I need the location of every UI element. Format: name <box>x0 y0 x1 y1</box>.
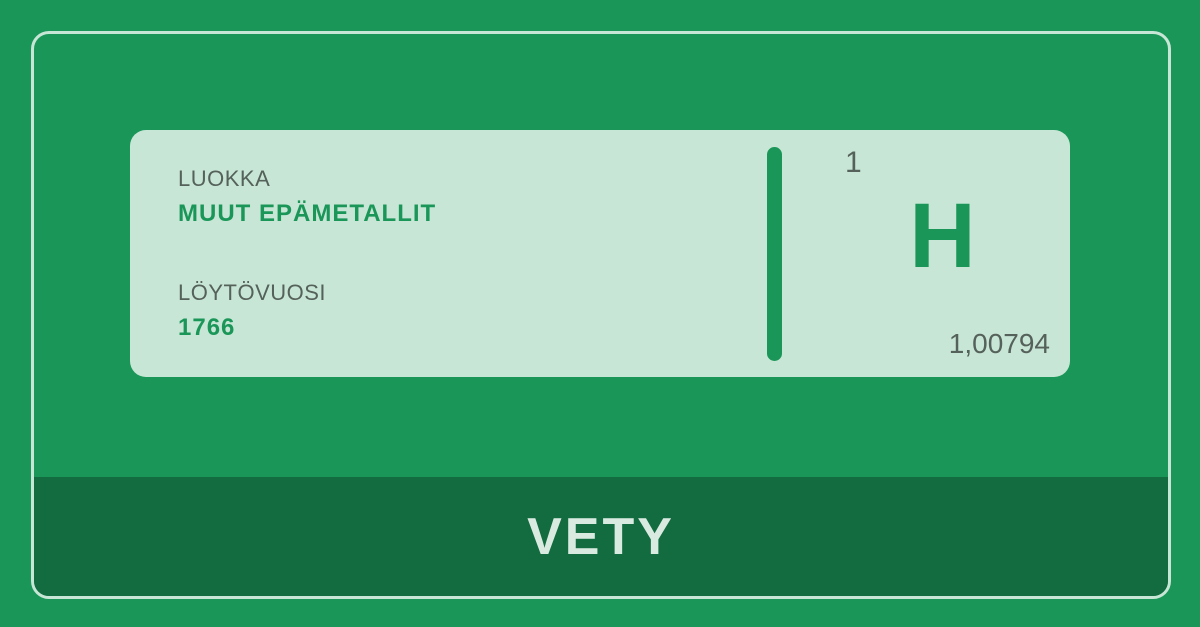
atomic-mass: 1,00794 <box>948 328 1050 359</box>
element-symbol: H <box>909 185 976 287</box>
element-frame: LUOKKA MUUT EPÄMETALLIT LÖYTÖVUOSI 1766 … <box>31 31 1171 599</box>
discovery-year-value: 1766 <box>178 314 236 341</box>
card-divider <box>767 147 782 361</box>
element-name: VETY <box>527 507 675 566</box>
category-label: LUOKKA <box>178 166 271 191</box>
discovery-year-label: LÖYTÖVUOSI <box>178 280 327 305</box>
atomic-number: 1 <box>845 146 862 179</box>
category-value: MUUT EPÄMETALLIT <box>178 200 437 227</box>
element-info-card: LUOKKA MUUT EPÄMETALLIT LÖYTÖVUOSI 1766 … <box>130 130 1070 377</box>
footer-banner: VETY <box>34 477 1168 596</box>
